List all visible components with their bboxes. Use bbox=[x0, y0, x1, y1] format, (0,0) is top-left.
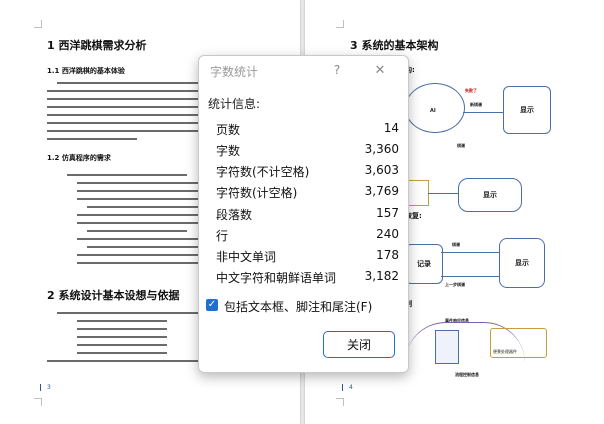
scene-msg-label: 便景处理器件 bbox=[493, 349, 517, 354]
new-board-label: 新棋谱 bbox=[470, 102, 482, 107]
stat-row-chars-no-spaces: 字符数(不计空格) 3,603 bbox=[216, 163, 399, 181]
flow-msg-label: 流程控制信息 bbox=[455, 372, 479, 377]
stat-value: 3,603 bbox=[364, 163, 399, 177]
heading-3: 3 系统的基本架构 bbox=[350, 39, 439, 52]
stat-value: 3,360 bbox=[364, 142, 399, 156]
include-textboxes-checkbox-row[interactable]: ✓ 包括文本框、脚注和尾注(F) bbox=[206, 298, 401, 314]
margin-corner bbox=[34, 398, 42, 406]
dialog-title: 字数统计 bbox=[210, 65, 259, 79]
stat-row-pages: 页数 14 bbox=[216, 121, 399, 139]
margin-corner bbox=[34, 20, 42, 28]
board-label-mid: 棋谱 bbox=[452, 242, 460, 247]
stat-row-words: 字数 3,360 bbox=[216, 142, 399, 160]
stats-heading: 统计信息: bbox=[208, 97, 261, 111]
stat-label: 段落数 bbox=[216, 208, 253, 222]
stat-row-lines: 行 240 bbox=[216, 227, 399, 245]
page-number: 3 bbox=[47, 384, 51, 391]
failure-label: 失败了 bbox=[465, 88, 477, 93]
board-label-top: 棋谱 bbox=[457, 143, 465, 148]
display-box-mid: 显示 bbox=[458, 178, 522, 212]
display-box-top: 显示 bbox=[503, 86, 551, 134]
word-count-dialog: 字数统计 ? ✕ 统计信息: 页数 14 字数 3,360 字符数(不计空格) … bbox=[198, 55, 409, 373]
stat-label: 字符数(计空格) bbox=[216, 186, 298, 200]
stat-row-paragraphs: 段落数 157 bbox=[216, 206, 399, 224]
stat-label: 行 bbox=[216, 229, 229, 243]
stat-value: 3,182 bbox=[364, 269, 399, 283]
stat-value: 3,769 bbox=[364, 184, 399, 198]
margin-corner bbox=[336, 20, 344, 28]
ai-label: AI bbox=[430, 108, 436, 114]
prev-board-label: 上一步棋谱 bbox=[445, 282, 465, 287]
stat-label: 非中文单词 bbox=[216, 250, 277, 264]
stat-row-chinese-korean: 中文字符和朝鲜语单词 3,182 bbox=[216, 269, 399, 287]
close-button[interactable]: 关闭 bbox=[323, 331, 395, 358]
stat-value: 157 bbox=[376, 206, 399, 220]
arrow-board bbox=[441, 252, 499, 253]
doc-stack-icon bbox=[435, 330, 459, 364]
heading-1-1: 1.1 西洋跳棋的基本体验 bbox=[47, 67, 125, 75]
stat-value: 178 bbox=[376, 248, 399, 262]
margin-corner bbox=[336, 398, 344, 406]
page-number-marker bbox=[342, 384, 343, 391]
display-box-recover: 显示 bbox=[499, 238, 545, 288]
heading-1: 1 西洋跳棋需求分析 bbox=[47, 39, 147, 52]
stat-value: 14 bbox=[383, 121, 399, 135]
heading-2: 2 系统设计基本设想与依据 bbox=[47, 289, 180, 302]
help-icon[interactable]: ? bbox=[329, 60, 345, 80]
stat-label: 中文字符和朝鲜语单词 bbox=[216, 271, 337, 285]
stat-label: 字符数(不计空格) bbox=[216, 165, 310, 179]
stat-label: 页数 bbox=[216, 123, 241, 137]
stat-row-chars-with-spaces: 字符数(计空格) 3,769 bbox=[216, 184, 399, 202]
checkbox-checked-icon[interactable]: ✓ bbox=[206, 299, 218, 311]
page-number: 4 bbox=[349, 384, 353, 391]
include-textboxes-label[interactable]: 包括文本框、脚注和尾注(F) bbox=[224, 298, 372, 315]
stat-label: 字数 bbox=[216, 144, 241, 158]
arrow-to-display bbox=[428, 193, 458, 194]
record-box: 记录 bbox=[405, 244, 443, 284]
page-number-marker bbox=[40, 384, 41, 391]
stat-value: 240 bbox=[376, 227, 399, 241]
heading-1-2: 1.2 仿真程序的需求 bbox=[47, 154, 111, 162]
stat-row-non-chinese-words: 非中文单词 178 bbox=[216, 248, 399, 266]
close-icon[interactable]: ✕ bbox=[371, 60, 389, 80]
arrow-prev-board bbox=[441, 276, 499, 277]
arrow-new-board bbox=[463, 112, 503, 113]
